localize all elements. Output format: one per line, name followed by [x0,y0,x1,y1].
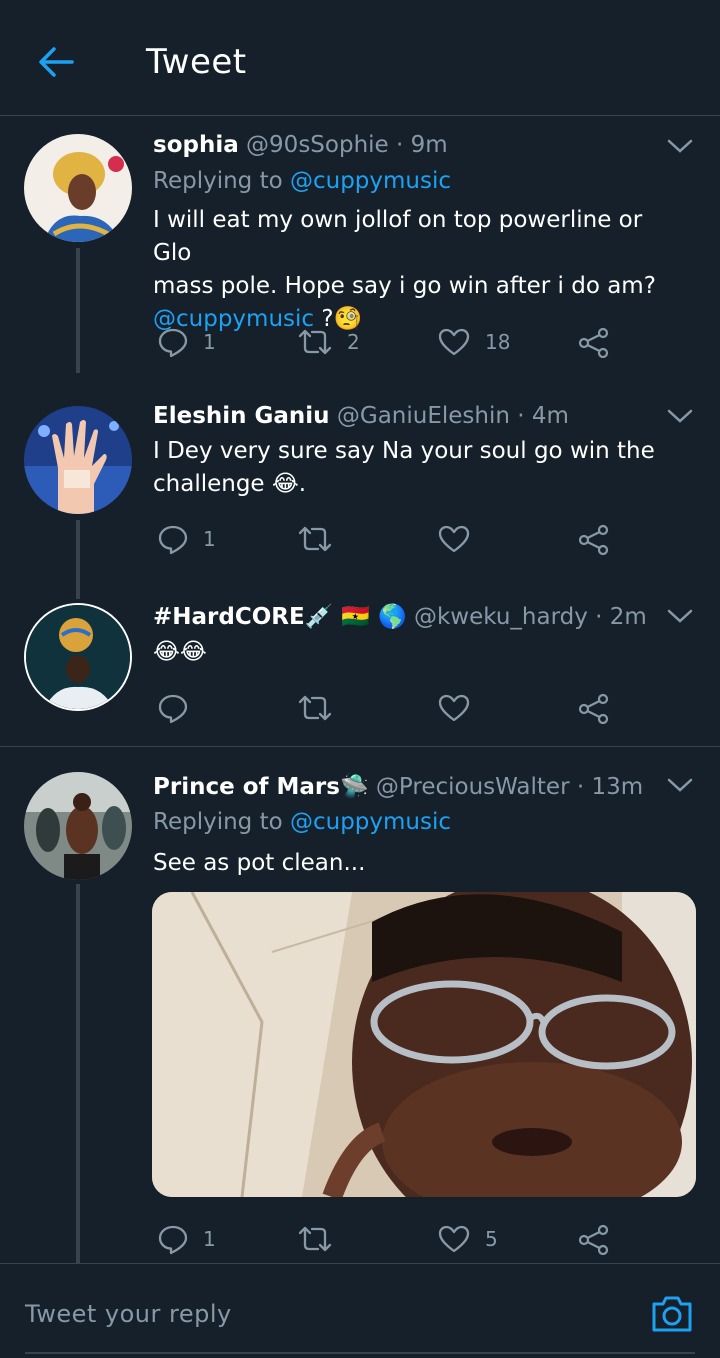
share-button[interactable] [577,322,611,362]
action-bar: 1 5 [153,1219,623,1259]
reply-icon [157,692,189,724]
like-icon [437,523,471,555]
retweet-button[interactable] [297,1219,347,1259]
author-handle[interactable]: @kweku_hardy [414,604,588,630]
avatar[interactable] [24,772,132,880]
tweet-text-line: I Dey very sure say Na your soul go win … [153,438,655,464]
tweet-text: 😂😂 [153,636,673,669]
tweet-time: · 2m [595,604,647,630]
retweet-icon [297,1223,333,1255]
replying-to: Replying to @cuppymusic [153,809,451,835]
tweet-text: I will eat my own jollof on top powerlin… [153,204,673,336]
retweet-button[interactable] [297,519,347,559]
like-count: 18 [485,330,511,354]
author-handle[interactable]: @90sSophie [246,132,389,158]
author-name[interactable]: #HardCORE💉 🇬🇭 🌎 [153,604,407,630]
reply-tweet[interactable]: Eleshin Ganiu @GaniuEleshin · 4m I Dey v… [0,386,720,599]
reply-tweet[interactable]: sophia @90sSophie · 9m Replying to @cupp… [0,116,720,386]
reply-button[interactable] [157,688,203,728]
tweet-time: · 13m [576,774,644,800]
reply-button[interactable]: 1 [157,519,216,559]
author-name[interactable]: Prince of Mars🛸 [153,774,369,800]
action-bar: 1 [153,519,623,559]
retweet-icon [297,326,333,358]
tweet-time: · 4m [517,403,569,429]
action-bar [153,688,623,728]
reply-button[interactable]: 1 [157,1219,216,1259]
replying-to: Replying to @cuppymusic [153,168,451,194]
tweet-time: · 9m [396,132,448,158]
reply-icon [157,1223,189,1255]
share-icon [577,326,611,358]
avatar[interactable] [24,603,132,711]
avatar[interactable] [24,134,132,242]
composer-underline [25,1352,695,1354]
tweet-text: See as pot clean... [153,847,673,880]
reply-icon [157,326,189,358]
chevron-down-icon[interactable] [665,136,695,156]
tweet-text-line: I will eat my own jollof on top powerlin… [153,207,643,266]
camera-icon[interactable] [650,1294,694,1334]
chevron-down-icon[interactable] [665,406,695,426]
top-bar: Tweet [0,0,720,116]
retweet-icon [297,692,333,724]
back-arrow-icon[interactable] [34,40,78,84]
retweet-count: 2 [347,330,360,354]
page-title: Tweet [146,42,247,82]
tweet-header: #HardCORE💉 🇬🇭 🌎 @kweku_hardy · 2m [153,603,647,630]
author-handle[interactable]: @GaniuEleshin [337,403,510,429]
tweet-header: Prince of Mars🛸 @PreciousWalter · 13m [153,773,643,800]
like-button[interactable]: 18 [437,322,510,362]
share-icon [577,692,611,724]
reply-count: 1 [203,330,216,354]
tweet-text-line: 😂😂 [153,639,207,665]
thread-line [76,248,80,373]
like-icon [437,692,471,724]
author-name[interactable]: sophia [153,132,239,158]
like-icon [437,1223,471,1255]
chevron-down-icon[interactable] [665,775,695,795]
tweet-text-line: See as pot clean... [153,850,366,876]
thread-line [76,884,80,1263]
tweet-text: I Dey very sure say Na your soul go win … [153,435,673,501]
reply-button[interactable]: 1 [157,322,216,362]
tweet-media-image[interactable] [152,892,696,1197]
retweet-button[interactable] [297,688,347,728]
like-button[interactable] [437,519,485,559]
retweet-icon [297,523,333,555]
share-button[interactable] [577,1219,611,1259]
tweet-text-line: mass pole. Hope say i go win after i do … [153,273,656,299]
replying-mention-link[interactable]: @cuppymusic [290,168,451,194]
share-icon [577,1223,611,1255]
tweet-header: Eleshin Ganiu @GaniuEleshin · 4m [153,403,569,429]
author-name[interactable]: Eleshin Ganiu [153,403,330,429]
avatar[interactable] [24,406,132,514]
replying-mention-link[interactable]: @cuppymusic [290,809,451,835]
like-count: 5 [485,1227,498,1251]
reply-composer: Tweet your reply [0,1263,720,1358]
tweet-header: sophia @90sSophie · 9m [153,132,448,158]
reply-input[interactable]: Tweet your reply [25,1300,232,1328]
like-button[interactable]: 5 [437,1219,498,1259]
retweet-button[interactable]: 2 [297,322,360,362]
author-handle[interactable]: @PreciousWalter [376,774,570,800]
replying-prefix: Replying to [153,809,283,835]
action-bar: 1 2 18 [153,322,623,362]
share-button[interactable] [577,519,611,559]
like-button[interactable] [437,688,485,728]
chevron-down-icon[interactable] [665,606,695,626]
share-button[interactable] [577,688,611,728]
share-icon [577,523,611,555]
reply-count: 1 [203,527,216,551]
reply-count: 1 [203,1227,216,1251]
replying-prefix: Replying to [153,168,283,194]
like-icon [437,326,471,358]
reply-icon [157,523,189,555]
tweet-text-line: challenge 😂. [153,471,307,497]
reply-tweet[interactable]: #HardCORE💉 🇬🇭 🌎 @kweku_hardy · 2m 😂😂 [0,586,720,746]
